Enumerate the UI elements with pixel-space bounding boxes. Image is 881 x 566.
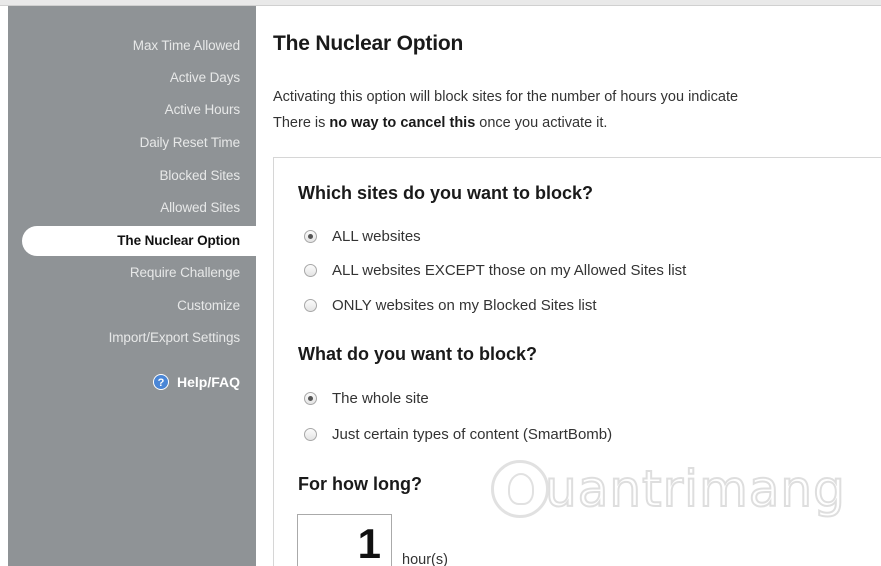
page-title: The Nuclear Option xyxy=(273,32,464,55)
nuclear-settings-panel: Which sites do you want to block? ALL we… xyxy=(273,157,881,566)
option-only-blocked[interactable]: ONLY websites on my Blocked Sites list xyxy=(304,297,597,314)
watermark-text: uantrimang xyxy=(544,459,846,519)
sites-section-title: Which sites do you want to block? xyxy=(298,183,594,203)
hours-input[interactable]: 1 xyxy=(297,514,392,566)
intro-line-2: There is no way to cancel this once you … xyxy=(273,110,738,136)
hours-unit-label: hour(s) xyxy=(402,552,448,566)
intro-text: Activating this option will block sites … xyxy=(273,84,738,136)
sidebar-item-active-days[interactable]: Active Days xyxy=(170,70,240,85)
what-section-title: What do you want to block? xyxy=(298,344,537,364)
radio-smartbomb[interactable] xyxy=(304,428,317,441)
duration-section-title: For how long? xyxy=(298,474,422,494)
option-all-except-allowed-label: ALL websites EXCEPT those on my Allowed … xyxy=(332,262,687,279)
intro-line-1: Activating this option will block sites … xyxy=(273,89,739,105)
intro-line-2-end: once you activate it. xyxy=(475,115,608,131)
sidebar-item-allowed-sites[interactable]: Allowed Sites xyxy=(160,200,240,215)
help-faq-link[interactable]: ? Help/FAQ xyxy=(152,374,240,390)
option-all-except-allowed[interactable]: ALL websites EXCEPT those on my Allowed … xyxy=(304,262,686,279)
radio-all-except-allowed[interactable] xyxy=(304,264,317,277)
option-smartbomb[interactable]: Just certain types of content (SmartBomb… xyxy=(304,426,612,443)
option-whole-site-label: The whole site xyxy=(332,390,429,407)
option-all-websites[interactable]: ALL websites xyxy=(304,228,421,245)
sidebar-item-import-export-settings[interactable]: Import/Export Settings xyxy=(109,330,240,345)
radio-whole-site[interactable] xyxy=(304,392,317,405)
sidebar-item-max-time-allowed[interactable]: Max Time Allowed xyxy=(133,38,240,53)
sidebar-item-require-challenge[interactable]: Require Challenge xyxy=(130,265,240,280)
radio-only-blocked[interactable] xyxy=(304,299,317,312)
help-faq-label: Help/FAQ xyxy=(176,374,240,390)
watermark: uantrimang xyxy=(491,459,846,519)
app-window: Max Time Allowed Active Days Active Hour… xyxy=(0,0,881,566)
main-content: The Nuclear Option Activating this optio… xyxy=(256,6,881,566)
help-circle-icon: ? xyxy=(152,374,169,390)
lightbulb-logo xyxy=(491,460,549,518)
sidebar-item-customize[interactable]: Customize xyxy=(177,298,240,313)
sidebar-item-active-hours[interactable]: Active Hours xyxy=(165,102,240,117)
option-smartbomb-label: Just certain types of content (SmartBomb… xyxy=(332,426,613,443)
option-all-websites-label: ALL websites xyxy=(332,228,421,245)
radio-all-websites[interactable] xyxy=(304,230,317,243)
settings-sidebar: Max Time Allowed Active Days Active Hour… xyxy=(8,6,256,566)
no-cancel-warning: no way to cancel this xyxy=(329,115,476,131)
option-only-blocked-label: ONLY websites on my Blocked Sites list xyxy=(332,297,597,314)
intro-line-2-start: There is xyxy=(273,115,330,131)
sidebar-item-daily-reset-time[interactable]: Daily Reset Time xyxy=(140,135,241,150)
option-whole-site[interactable]: The whole site xyxy=(304,390,429,407)
sidebar-item-nuclear-option[interactable]: The Nuclear Option xyxy=(22,226,256,256)
sidebar-item-blocked-sites[interactable]: Blocked Sites xyxy=(160,168,241,183)
